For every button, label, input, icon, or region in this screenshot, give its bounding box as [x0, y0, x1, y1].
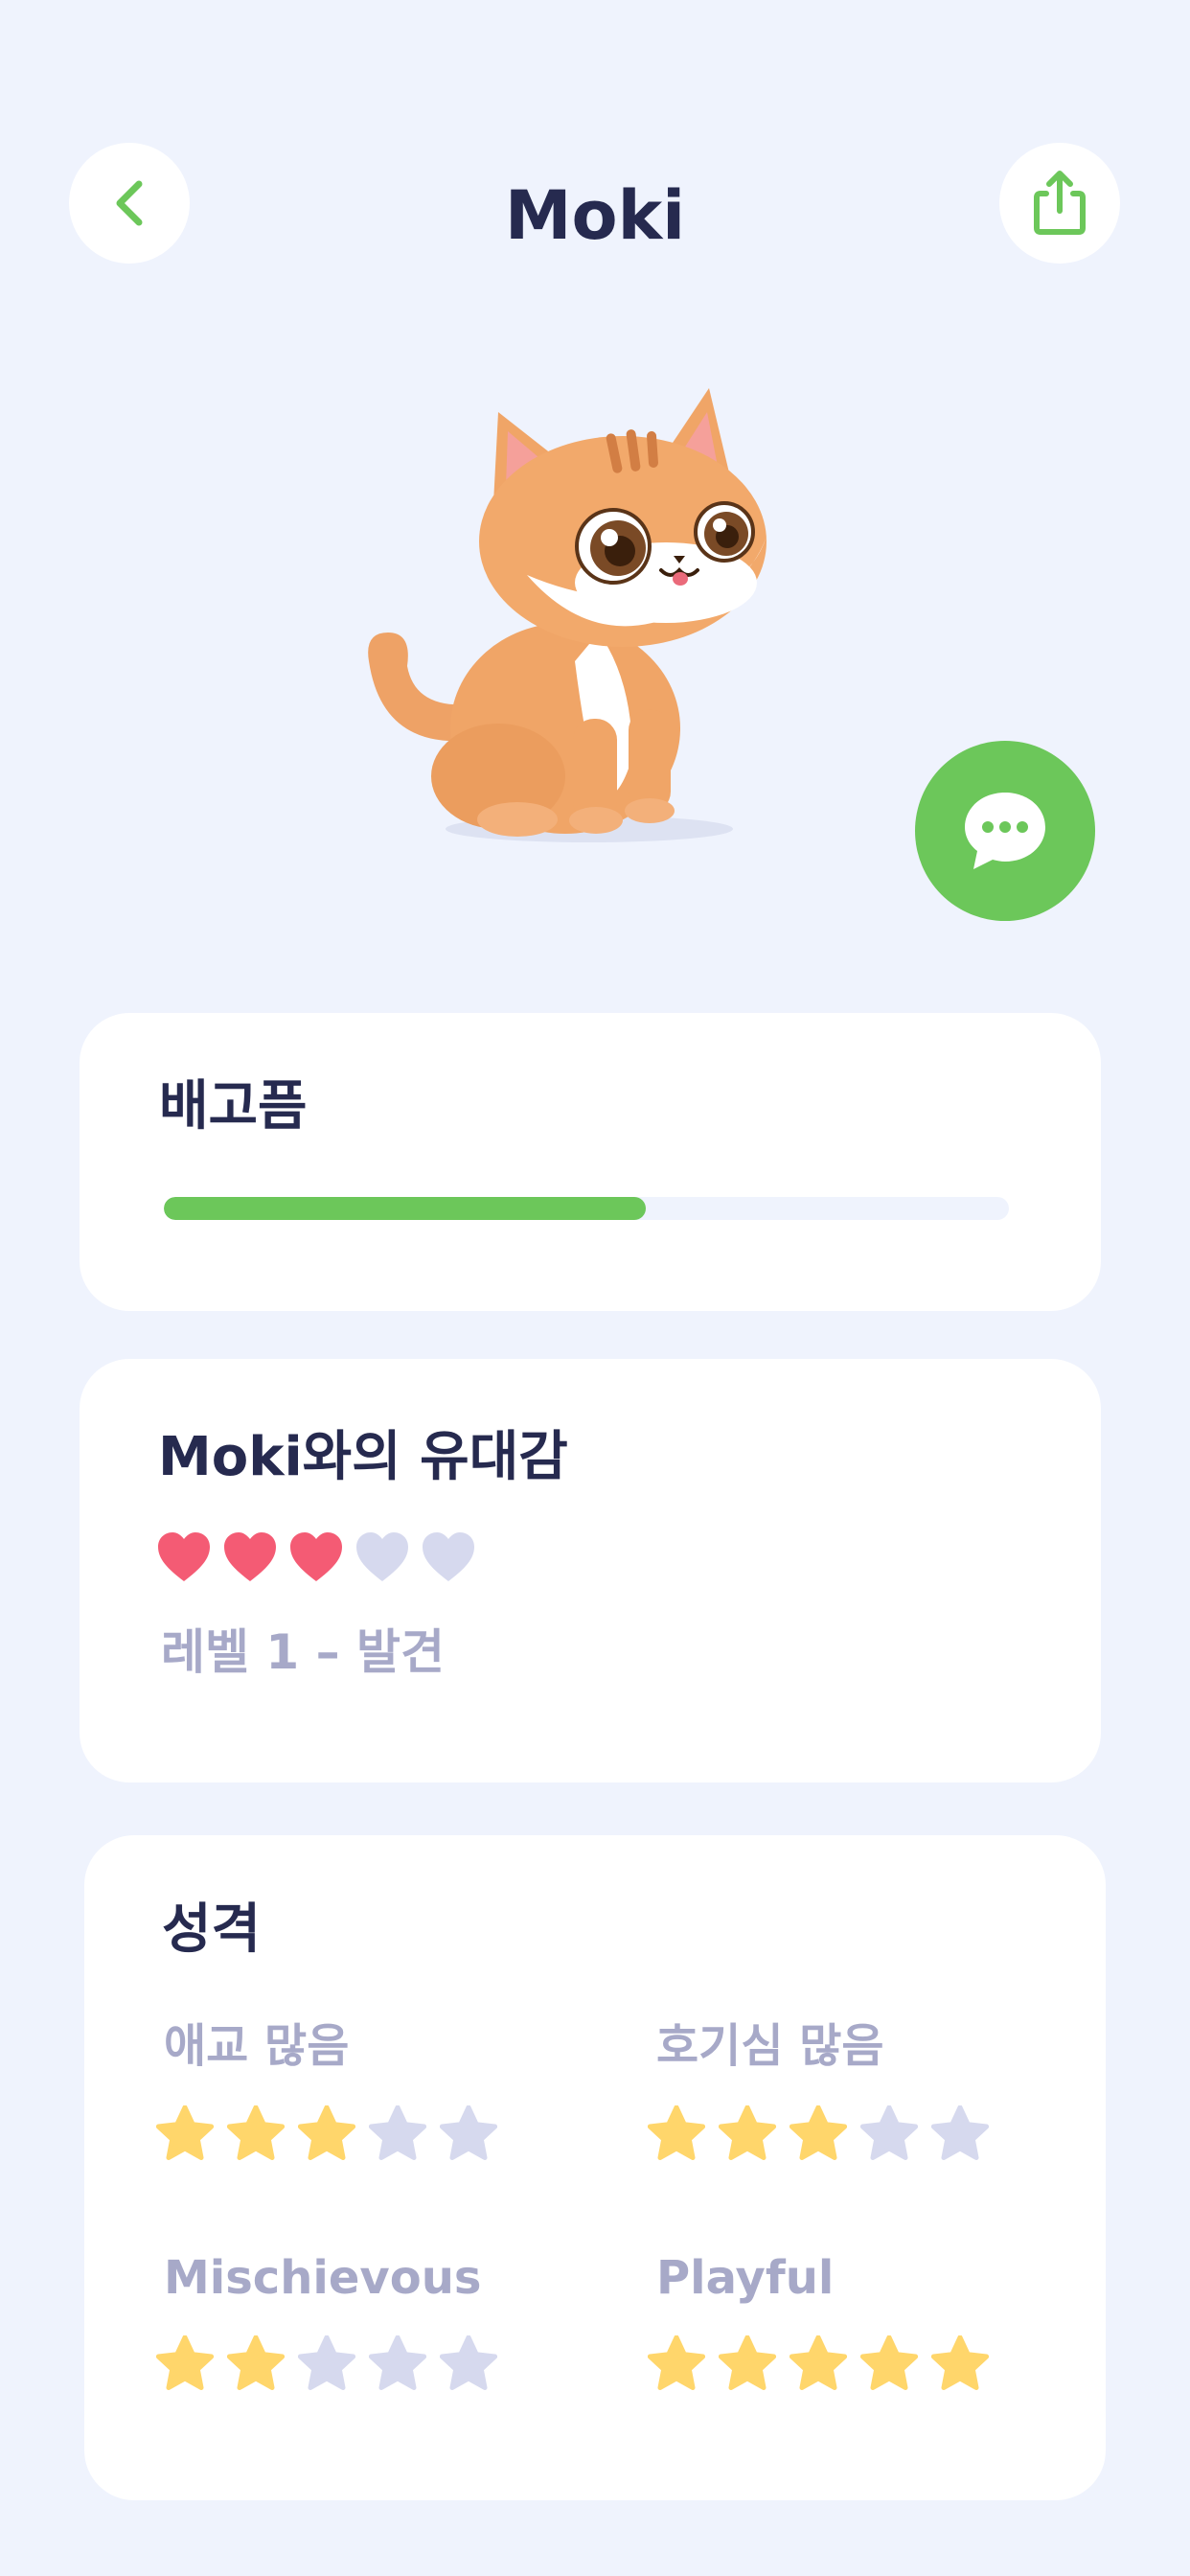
star-icon — [227, 2335, 285, 2390]
star-icon — [156, 2105, 214, 2160]
star-icon — [860, 2105, 918, 2160]
trait-label: 호기심 많음 — [656, 2019, 884, 2073]
heart-icon — [224, 1532, 276, 1581]
heart-icon — [290, 1532, 342, 1581]
pet-cat-illustration[interactable] — [345, 374, 805, 853]
hunger-bar — [164, 1197, 1009, 1220]
star-icon — [719, 2105, 776, 2160]
star-icon — [227, 2105, 285, 2160]
chat-bubble-icon — [965, 793, 1045, 869]
hunger-title: 배고픔 — [159, 1075, 308, 1138]
star-icon — [790, 2105, 847, 2160]
heart-icon — [423, 1532, 474, 1581]
trait-label: 애교 많음 — [164, 2019, 350, 2073]
star-icon — [648, 2335, 705, 2390]
star-icon — [931, 2105, 989, 2160]
trait-stars — [648, 2335, 989, 2391]
trait-stars — [156, 2105, 497, 2161]
star-icon — [298, 2105, 355, 2160]
star-icon — [719, 2335, 776, 2390]
star-icon — [860, 2335, 918, 2390]
hunger-card: 배고픔 — [80, 1013, 1101, 1311]
bond-card: Moki와의 유대감 레벨 1 – 발견 — [80, 1359, 1101, 1782]
heart-icon — [356, 1532, 408, 1581]
personality-title: 성격 — [162, 1898, 262, 1961]
personality-card: 성격 애교 많음 호기심 많음 Mischievous Playful — [84, 1835, 1106, 2500]
star-icon — [369, 2105, 426, 2160]
chat-button[interactable] — [915, 741, 1095, 921]
star-icon — [790, 2335, 847, 2390]
share-icon — [1034, 171, 1086, 235]
star-icon — [931, 2335, 989, 2390]
star-icon — [369, 2335, 426, 2390]
star-icon — [298, 2335, 355, 2390]
star-icon — [648, 2105, 705, 2160]
share-button[interactable] — [999, 143, 1120, 264]
heart-icon — [158, 1532, 210, 1581]
hunger-bar-fill — [164, 1197, 646, 1220]
trait-label: Playful — [656, 2251, 835, 2305]
trait-label: Mischievous — [164, 2251, 482, 2305]
star-icon — [156, 2335, 214, 2390]
bond-hearts — [156, 1531, 476, 1583]
trait-stars — [156, 2335, 497, 2391]
bond-level: 레벨 1 – 발견 — [161, 1624, 446, 1680]
bond-title: Moki와의 유대감 — [158, 1426, 568, 1488]
trait-stars — [648, 2105, 989, 2161]
star-icon — [440, 2335, 497, 2390]
star-icon — [440, 2105, 497, 2160]
